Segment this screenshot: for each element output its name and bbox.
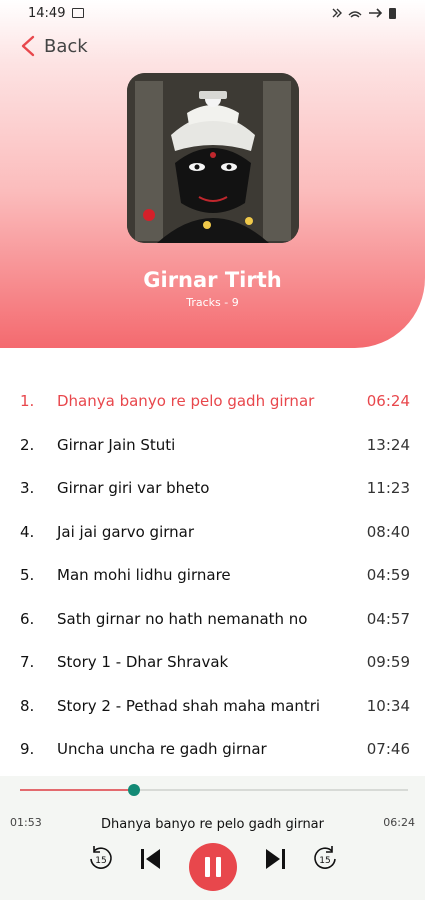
track-number: 8. xyxy=(20,696,35,715)
track-duration: 04:57 xyxy=(366,609,410,628)
rewind-15-button[interactable]: 15 xyxy=(86,844,116,874)
track-row[interactable]: 9. Uncha uncha re gadh girnar 07:46 xyxy=(0,728,425,772)
back-label: Back xyxy=(44,35,88,57)
status-time: 14:49 xyxy=(28,6,66,21)
track-name: Girnar Jain Stuti xyxy=(57,435,176,454)
track-row[interactable]: 7. Story 1 - Dhar Shravak 09:59 xyxy=(0,641,425,685)
album-art xyxy=(127,73,299,243)
track-duration: 11:23 xyxy=(366,479,410,497)
system-status-icons xyxy=(332,8,396,19)
track-duration: 04:59 xyxy=(366,566,410,584)
track-number: 5. xyxy=(20,566,35,584)
track-name: Story 1 - Dhar Shravak xyxy=(57,653,229,671)
rewind-15-icon: 15 xyxy=(90,846,112,869)
chevron-left-icon xyxy=(21,35,35,57)
track-duration: 06:24 xyxy=(366,392,410,410)
track-duration: 09:59 xyxy=(366,653,410,671)
track-duration: 08:40 xyxy=(366,522,410,541)
track-name: Story 2 - Pethad shah maha mantri xyxy=(57,696,321,715)
rewind-label: 15 xyxy=(95,856,106,866)
seek-progress xyxy=(20,789,135,791)
track-name: Girnar giri var bheto xyxy=(57,479,210,497)
track-row[interactable]: 4. Jai jai garvo girnar 08:40 xyxy=(0,511,425,555)
track-name: Sath girnar no hath nemanath no xyxy=(57,609,308,628)
album-title: Girnar Tirth xyxy=(143,268,282,292)
track-number: 6. xyxy=(20,609,35,628)
track-count: Tracks - 9 xyxy=(186,296,239,309)
track-name: Dhanya banyo re pelo gadh girnar xyxy=(57,392,315,410)
total-time: 06:24 xyxy=(383,816,415,829)
track-row[interactable]: 2. Girnar Jain Stuti 13:24 xyxy=(0,424,425,468)
track-number: 3. xyxy=(20,479,35,497)
track-name: Uncha uncha re gadh girnar xyxy=(57,740,267,758)
track-list: 1. Dhanya banyo re pelo gadh girnar 06:2… xyxy=(0,380,425,772)
track-number: 2. xyxy=(20,435,35,454)
current-time: 01:53 xyxy=(10,816,42,829)
track-number: 9. xyxy=(20,740,35,758)
previous-button[interactable] xyxy=(138,844,164,874)
skip-next-icon xyxy=(266,849,285,869)
track-row[interactable]: 1. Dhanya banyo re pelo gadh girnar 06:2… xyxy=(0,380,425,424)
seek-bar[interactable] xyxy=(20,784,408,796)
player-bar: 01:53 Dhanya banyo re pelo gadh girnar 0… xyxy=(0,776,425,900)
seek-thumb[interactable] xyxy=(128,784,141,796)
track-row[interactable]: 3. Girnar giri var bheto 11:23 xyxy=(0,467,425,511)
status-icons xyxy=(331,6,401,23)
forward-label: 15 xyxy=(319,856,330,866)
forward-15-icon: 15 xyxy=(314,846,336,869)
track-number: 7. xyxy=(20,653,35,671)
track-name: Jai jai garvo girnar xyxy=(57,522,195,541)
track-duration: 07:46 xyxy=(366,740,410,758)
track-row[interactable]: 8. Story 2 - Pethad shah maha mantri 10:… xyxy=(0,685,425,729)
track-row[interactable]: 6. Sath girnar no hath nemanath no 04:57 xyxy=(0,598,425,642)
track-duration: 10:34 xyxy=(366,696,410,715)
skip-previous-icon xyxy=(141,849,160,869)
forward-15-button[interactable]: 15 xyxy=(310,844,340,874)
pause-icon xyxy=(205,857,221,877)
next-button[interactable] xyxy=(262,844,288,874)
now-playing-title: Dhanya banyo re pelo gadh girnar xyxy=(101,817,324,832)
track-name: Man mohi lidhu girnare xyxy=(57,566,231,584)
track-duration: 13:24 xyxy=(366,435,410,454)
track-number: 4. xyxy=(20,522,35,541)
track-row[interactable]: 5. Man mohi lidhu girnare 04:59 xyxy=(0,554,425,598)
back-button[interactable]: Back xyxy=(18,32,88,60)
status-bar: 14:49 xyxy=(0,0,425,28)
track-number: 1. xyxy=(20,392,35,410)
image-notification-icon xyxy=(72,8,84,18)
pause-button[interactable] xyxy=(189,843,237,891)
deity-image xyxy=(127,73,299,243)
